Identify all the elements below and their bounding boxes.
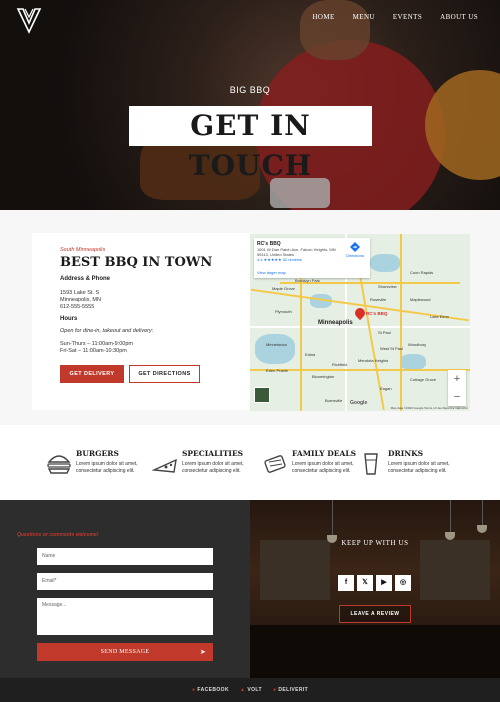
map-city: Bloomington: [312, 374, 335, 379]
map-city: Woodbury: [408, 342, 427, 347]
map-zoom-controls: + −: [448, 370, 466, 406]
map-city: Plymouth: [275, 309, 292, 314]
page-title: GET IN TOUCH: [129, 106, 372, 182]
nav-menu[interactable]: MENU: [353, 13, 375, 21]
map-city: Roseville: [370, 297, 387, 302]
google-logo: Google: [350, 400, 368, 406]
map-place-address: 1501 W Dan Patch Ave, Falcon Heights, MN…: [257, 247, 336, 257]
location-tag: South Minneapolis: [60, 247, 106, 253]
instagram-icon[interactable]: ◎: [395, 575, 411, 591]
map-city: Shoreview: [378, 284, 397, 289]
map-city: Mendota Heights: [358, 358, 389, 363]
zoom-out-button[interactable]: −: [448, 388, 466, 406]
map-city: Burnsville: [325, 398, 343, 403]
map-city-main: Minneapolis: [318, 320, 353, 326]
specialty-title: FAMILY DEALS: [292, 449, 357, 458]
main-nav: HOME MENU EVENTS ABOUT US: [312, 13, 478, 21]
address-label: Address & Phone: [60, 276, 111, 282]
get-directions-button[interactable]: GET DIRECTIONS: [129, 365, 200, 383]
view-larger-map-link[interactable]: View larger map: [257, 270, 286, 275]
facebook-icon: ●: [192, 687, 196, 693]
nav-home[interactable]: HOME: [312, 13, 334, 21]
map-city: Eagan: [380, 386, 392, 391]
burger-icon: [47, 455, 71, 474]
zoom-in-button[interactable]: +: [448, 370, 466, 388]
leave-review-button[interactable]: LEAVE A REVIEW: [339, 605, 411, 623]
map-pin-label: RC's BBQ: [366, 311, 388, 316]
phone-number[interactable]: 612-555-5555: [60, 304, 94, 312]
social-panel: [250, 500, 500, 678]
map-city: Maplewood: [410, 297, 431, 302]
footer-link-label: DELIVERIT: [278, 687, 309, 693]
map-city: West St Paul: [380, 346, 404, 351]
specialty-title: DRINKS: [388, 449, 424, 458]
social-title: KEEP UP WITH US: [341, 539, 409, 547]
hours-label: Hours: [60, 316, 78, 322]
email-field[interactable]: Email*: [37, 573, 213, 590]
paper-plane-icon: ➤: [199, 648, 206, 656]
footer-link-facebook[interactable]: ● FACEBOOK: [192, 687, 229, 693]
map-city: Coon Rapids: [410, 270, 434, 275]
form-prompt: Questions or comments welcome!: [17, 532, 99, 538]
map-city: St Paul: [378, 330, 391, 335]
send-message-button[interactable]: SEND MESSAGE ➤: [37, 643, 213, 661]
map-city: Lake Elmo: [430, 314, 449, 319]
map-embed[interactable]: Brooklyn Park Maple Grove Plymouth Minne…: [250, 234, 470, 411]
map-city: Cottage Grove: [410, 377, 437, 382]
specialty-desc: Lorem ipsum dolor sit amet, consectetur …: [76, 461, 138, 474]
map-city: Eden Prairie: [266, 368, 289, 373]
map-city: Minnetonka: [266, 342, 287, 347]
location-title: BEST BBQ IN TOWN: [60, 255, 213, 270]
specialty-title: SPECIALITIES: [182, 449, 244, 458]
pizza-slice-icon: [152, 458, 177, 473]
map-city: Maple Grove: [272, 286, 295, 291]
nav-events[interactable]: EVENTS: [393, 13, 422, 21]
facebook-icon[interactable]: f: [338, 575, 354, 591]
nav-about-us[interactable]: ABOUT US: [440, 13, 478, 21]
hero-eyebrow: BIG BBQ: [229, 85, 271, 95]
get-delivery-button[interactable]: GET DELIVERY: [60, 365, 124, 383]
map-directions-label: Directions: [346, 253, 364, 258]
bolt-icon: ▲: [240, 687, 246, 693]
hours-line: Fri-Sat – 11:00am-10:30pm: [60, 348, 127, 354]
message-field[interactable]: Message...: [37, 598, 213, 635]
hours-note: Open for dine-in, takeout and delivery:: [60, 328, 154, 334]
map-city: Edina: [305, 352, 316, 357]
send-message-label: SEND MESSAGE: [100, 649, 150, 655]
footer-link-label: VOLT: [247, 687, 262, 693]
map-rating: 4.4 ★★★★★: [257, 257, 282, 262]
name-field[interactable]: Name: [37, 548, 213, 565]
youtube-icon[interactable]: ▶: [376, 575, 392, 591]
specialty-desc: Lorem ipsum dolor sit amet, consectetur …: [182, 461, 244, 474]
map-city: Richfield: [332, 362, 348, 367]
footer-link-volt[interactable]: ▲ VOLT: [240, 687, 262, 693]
map-info-card: RC's BBQ 1501 W Dan Patch Ave, Falcon He…: [254, 238, 370, 278]
footer-link-deliverit[interactable]: ● DELIVERIT: [273, 687, 308, 693]
map-reviews-link[interactable]: 52 reviews: [283, 257, 302, 262]
map-city: Brooklyn Park: [295, 278, 320, 283]
directions-icon: [350, 242, 360, 252]
logo-icon[interactable]: [16, 6, 42, 34]
map-layer-toggle[interactable]: [254, 387, 270, 403]
specialty-title: BURGERS: [76, 449, 119, 458]
drink-glass-icon: [364, 453, 378, 475]
family-deal-icon: [264, 455, 286, 473]
map-directions-button[interactable]: Directions: [344, 242, 366, 258]
twitter-icon[interactable]: 𝕏: [357, 575, 373, 591]
specialty-desc: Lorem ipsum dolor sit amet, consectetur …: [388, 461, 450, 474]
map-attribution: Map data ©2023 Google Terms of Use Repor…: [390, 406, 468, 410]
footer-link-label: FACEBOOK: [197, 687, 229, 693]
deliverit-icon: ●: [273, 687, 277, 693]
